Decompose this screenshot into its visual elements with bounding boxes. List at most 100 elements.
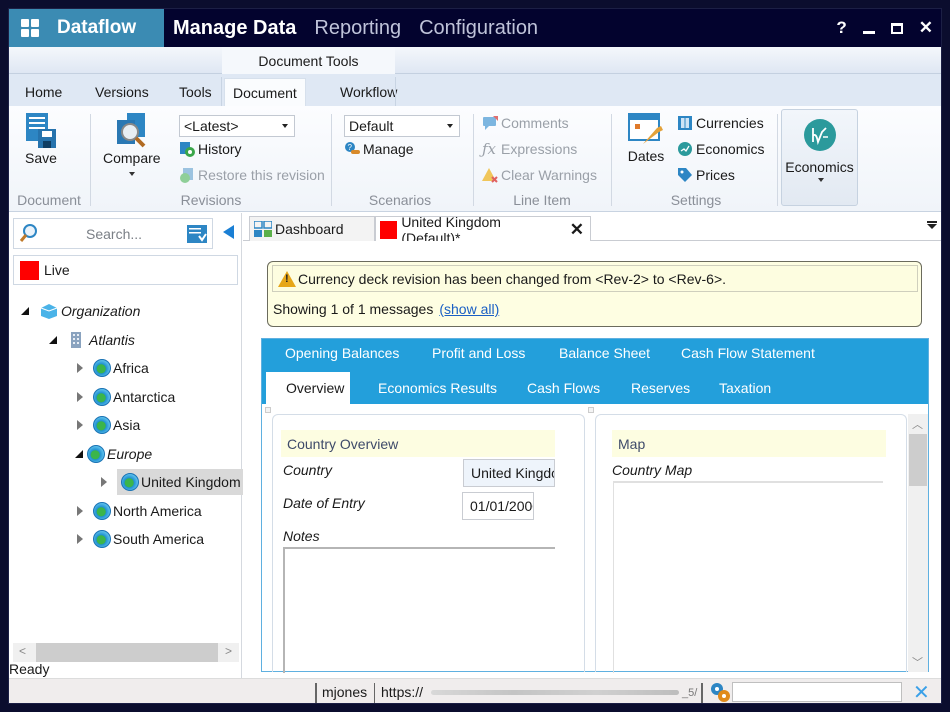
expanded-icon[interactable] — [75, 450, 83, 458]
comments-button[interactable]: Comments — [482, 115, 569, 131]
close-tab-icon[interactable]: ✕ — [570, 220, 584, 240]
close-button[interactable]: ✕ — [919, 18, 933, 38]
group-scenarios: Default ? Manage Scenarios — [335, 106, 465, 212]
collapsed-icon[interactable] — [77, 420, 83, 430]
tree-node-north-america[interactable]: North America — [75, 499, 202, 523]
globe-icon — [121, 473, 139, 491]
tree-node-africa[interactable]: Africa — [75, 356, 149, 380]
restore-revision-button[interactable]: Restore this revision — [179, 167, 325, 183]
nav-reporting[interactable]: Reporting — [314, 17, 401, 40]
tree-node-asia[interactable]: Asia — [75, 413, 140, 437]
clear-warnings-button[interactable]: Clear Warnings — [482, 167, 597, 183]
history-button[interactable]: History — [179, 141, 242, 157]
tree-node-europe[interactable]: Europe — [75, 442, 152, 466]
horizontal-scrollbar[interactable]: < > — [13, 643, 239, 662]
economics-dropdown-button[interactable]: Economics — [781, 109, 858, 206]
country-map-area[interactable] — [613, 481, 883, 673]
group-label-revisions: Revisions — [180, 192, 242, 208]
notes-textarea[interactable] — [283, 547, 555, 673]
message-text: Currency deck revision has been changed … — [298, 270, 727, 287]
expander-icon[interactable] — [588, 407, 594, 413]
compare-button[interactable]: Compare — [103, 112, 161, 176]
message-count: Showing 1 of 1 messages — [273, 301, 434, 317]
tab-profit-and-loss[interactable]: Profit and Loss — [432, 340, 525, 366]
economics-settings-button[interactable]: Economics — [677, 141, 764, 157]
history-label: History — [198, 141, 242, 157]
tree-node-south-america[interactable]: South America — [75, 527, 204, 551]
search-box[interactable]: Search... — [13, 218, 213, 249]
currencies-button[interactable]: Currencies — [677, 115, 764, 131]
clear-warnings-icon — [482, 168, 498, 183]
tab-overview[interactable]: Overview — [266, 372, 351, 404]
message-row: Currency deck revision has been changed … — [272, 265, 918, 292]
collapsed-icon[interactable] — [77, 506, 83, 516]
notes-label: Notes — [283, 528, 320, 544]
status-divider — [315, 683, 317, 703]
tab-dashboard[interactable]: Dashboard — [249, 216, 375, 241]
tab-taxation[interactable]: Taxation — [719, 375, 771, 401]
context-divider — [395, 77, 396, 106]
expressions-button[interactable]: ƒx Expressions — [482, 141, 577, 157]
tab-tools[interactable]: Tools — [171, 78, 220, 106]
panel-tabs: Opening Balances Profit and Loss Balance… — [262, 339, 928, 404]
tab-reserves[interactable]: Reserves — [631, 375, 690, 401]
expander-icon[interactable] — [265, 407, 271, 413]
expanded-icon[interactable] — [21, 307, 29, 315]
manage-scenarios-button[interactable]: ? Manage — [344, 141, 414, 157]
tab-opening-balances[interactable]: Opening Balances — [285, 340, 399, 366]
collapsed-icon[interactable] — [77, 363, 83, 373]
scroll-up-icon[interactable]: ︿ — [912, 416, 923, 432]
collapse-sidebar-icon[interactable] — [223, 225, 234, 239]
comments-label: Comments — [501, 115, 569, 131]
status-search-input[interactable] — [732, 682, 902, 702]
scroll-left-icon[interactable]: < — [19, 644, 26, 658]
maximize-button[interactable] — [890, 22, 903, 34]
version-selector[interactable]: Live — [13, 255, 238, 285]
minimize-button[interactable] — [862, 30, 875, 34]
scrollbar-thumb[interactable] — [909, 434, 927, 486]
tab-cash-flow-statement[interactable]: Cash Flow Statement — [681, 340, 815, 366]
clear-search-icon[interactable]: ✕ — [913, 680, 930, 703]
show-all-link[interactable]: (show all) — [439, 301, 499, 317]
tab-united-kingdom[interactable]: United Kingdom (Default)* ✕ — [375, 214, 591, 246]
help-button[interactable]: ? — [836, 18, 846, 38]
filter-icon[interactable] — [187, 225, 207, 243]
gears-icon[interactable] — [709, 681, 731, 703]
dashboard-icon — [254, 221, 272, 237]
nav-configuration[interactable]: Configuration — [419, 17, 538, 40]
tree-node-united-kingdom[interactable]: United Kingdom — [99, 469, 243, 495]
tab-overflow-icon[interactable] — [927, 221, 937, 229]
scroll-down-icon[interactable]: ﹀ — [912, 654, 923, 670]
collapsed-icon[interactable] — [77, 392, 83, 402]
collapsed-icon[interactable] — [101, 477, 107, 487]
tree-node-antarctica[interactable]: Antarctica — [75, 385, 175, 409]
prices-button[interactable]: Prices — [677, 167, 735, 183]
globe-icon — [93, 388, 111, 406]
vertical-scrollbar[interactable]: ︿ ﹀ — [908, 414, 928, 672]
tree-node-organization[interactable]: Organization — [21, 299, 140, 323]
tab-versions[interactable]: Versions — [87, 78, 157, 106]
tab-document[interactable]: Document — [224, 78, 306, 106]
country-field[interactable]: United Kingdom — [463, 459, 555, 487]
scrollbar-thumb[interactable] — [36, 643, 218, 662]
scroll-right-icon[interactable]: > — [225, 644, 232, 658]
globe-icon — [93, 416, 111, 434]
date-of-entry-field[interactable]: 01/01/2000 — [462, 492, 534, 520]
map-header: Map — [612, 430, 886, 457]
globe-icon — [87, 445, 105, 463]
history-icon — [180, 142, 195, 157]
tab-home[interactable]: Home — [17, 78, 70, 106]
scenario-select[interactable]: Default — [344, 115, 460, 137]
tree-node-atlantis[interactable]: Atlantis — [49, 328, 135, 352]
collapsed-icon[interactable] — [77, 534, 83, 544]
expanded-icon[interactable] — [49, 336, 57, 344]
tab-cash-flows[interactable]: Cash Flows — [527, 375, 600, 401]
tab-economics-results[interactable]: Economics Results — [378, 375, 497, 401]
nav-manage-data[interactable]: Manage Data — [173, 17, 296, 40]
globe-icon — [93, 359, 111, 377]
dates-button[interactable]: Dates — [627, 112, 665, 164]
brand[interactable]: Dataflow — [9, 9, 164, 47]
revision-select[interactable]: <Latest> — [179, 115, 295, 137]
tab-balance-sheet[interactable]: Balance Sheet — [559, 340, 650, 366]
save-button[interactable]: Save — [24, 112, 58, 166]
